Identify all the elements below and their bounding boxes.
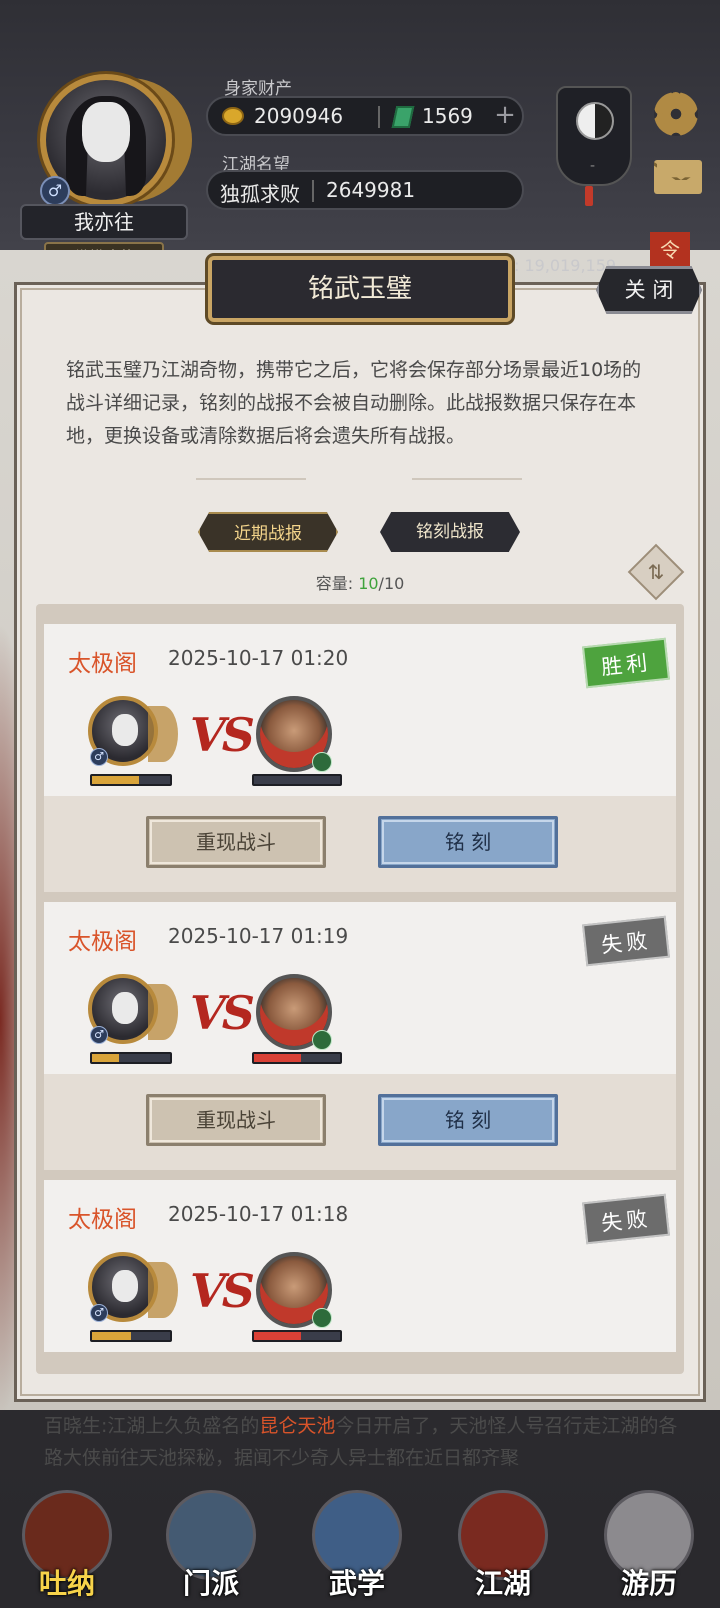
capacity-label: 容量: [315,574,359,593]
news-highlight[interactable]: 昆仑天池 [259,1415,335,1437]
male-icon: ♂ [90,1026,108,1044]
currency-bar: 2090946 1569 + [206,96,524,136]
yin-yang-icon [576,102,614,140]
settings-gear-icon[interactable] [654,92,698,136]
hp-fill [92,1332,131,1340]
player-portrait: ♂ [84,696,180,772]
divider [312,180,314,202]
male-icon: ♂ [40,176,70,206]
male-icon: ♂ [90,748,108,766]
nav-label: 江湖 [474,1567,531,1600]
report-time: 2025-10-17 01:20 [168,646,349,670]
enemy-hp-bar [252,774,342,786]
player-portrait: ♂ [84,974,180,1050]
tab-engraved-reports[interactable]: 铭刻战报 [380,512,520,552]
avatar-mask [82,102,130,162]
opponent-sect: 太极阁 [68,1207,137,1233]
report-card: 太极阁 2025-10-17 01:19 失败 ♂ VS 重现战斗 铭 刻 [44,902,676,1170]
faction-badge-icon [312,1308,332,1328]
engrave-button[interactable]: 铭 刻 [378,1094,558,1146]
divider-ornament [412,478,522,480]
fame-bar: 独孤求败 2649981 [206,170,524,210]
enemy-hp-bar [252,1052,342,1064]
dragon-frame-ornament [148,984,178,1040]
vs-icon: VS [190,986,255,1040]
enemy-hp-bar [252,1330,342,1342]
nav-label: 武学 [328,1567,385,1600]
engrave-button[interactable]: 铭 刻 [378,816,558,868]
enemy-portrait [256,696,332,772]
hp-fill [92,776,139,784]
defeat-stamp: 失败 [582,915,670,967]
player-hp-bar [90,1330,172,1342]
add-currency-button[interactable]: + [490,100,520,130]
capacity-used: 10 [358,574,379,593]
tassel-decoration [585,186,593,206]
red-corner-button[interactable]: 令 [650,232,690,268]
close-button[interactable]: 关 闭 [596,266,702,314]
report-summary: 太极阁 2025-10-17 01:20 胜利 ♂ VS [44,624,676,796]
report-actions: 重现战斗 铭 刻 [44,796,676,892]
player-hp-bar [90,774,172,786]
player-hp-bar [90,1052,172,1064]
nav-jianghu[interactable]: 江湖 [448,1480,558,1600]
divider-ornament [196,478,306,480]
mail-icon[interactable] [654,160,702,194]
nav-tuna[interactable]: 吐纳 [12,1480,122,1600]
fame-value: 2649981 [326,178,416,202]
fame-title: 独孤求败 [220,182,300,206]
report-card: 太极阁 2025-10-17 01:20 胜利 ♂ VS 重现战斗 铭 刻 [44,624,676,892]
report-time: 2025-10-17 01:18 [168,1202,349,1226]
gold-ingot-icon [222,107,244,125]
player-portrait: ♂ [84,1252,180,1328]
vs-icon: VS [190,1264,255,1318]
nav-martial-arts[interactable]: 武学 [302,1480,412,1600]
gold-amount: 2090946 [254,104,344,128]
modal-title: 铭武玉璧 [208,256,512,322]
report-time: 2025-10-17 01:19 [168,924,349,948]
capacity-indicator: 容量: 10/10 [0,570,720,594]
opponent-sect: 太极阁 [68,929,137,955]
portrait-face [112,1270,138,1302]
jade-amount: 1569 [422,104,473,128]
hp-fill [254,1054,302,1062]
taiji-emblem[interactable]: - [556,86,632,186]
nav-label: 吐纳 [38,1567,95,1600]
divider [378,106,380,128]
report-summary: 太极阁 2025-10-17 01:19 失败 ♂ VS [44,902,676,1074]
nav-travel[interactable]: 游历 [594,1480,704,1600]
player-name: 我亦往 [20,204,188,240]
report-card: 太极阁 2025-10-17 01:18 失败 ♂ VS [44,1180,676,1352]
hp-fill [254,1332,302,1340]
taiji-text: - [590,158,596,174]
replay-battle-button[interactable]: 重现战斗 [146,1094,326,1146]
tab-recent-reports[interactable]: 近期战报 [198,512,338,552]
portrait-face [112,992,138,1024]
replay-battle-button[interactable]: 重现战斗 [146,816,326,868]
vs-icon: VS [190,708,255,762]
enemy-portrait [256,974,332,1050]
victory-stamp: 胜利 [582,637,670,689]
jade-icon [391,106,415,128]
faction-badge-icon [312,752,332,772]
hp-fill [92,1054,120,1062]
power-text: 性: 19,019,159 [498,256,617,275]
male-icon: ♂ [90,1304,108,1322]
nav-sect[interactable]: 门派 [156,1480,266,1600]
defeat-stamp: 失败 [582,1193,670,1245]
report-summary: 太极阁 2025-10-17 01:18 失败 ♂ VS [44,1180,676,1352]
dragon-frame-ornament [148,1262,178,1318]
nav-label: 门派 [182,1567,239,1600]
faction-badge-icon [312,1030,332,1050]
enemy-portrait [256,1252,332,1328]
opponent-sect: 太极阁 [68,651,137,677]
nav-label: 游历 [620,1567,677,1600]
swap-glyph: ⇅ [647,560,665,584]
news-prefix: 百晓生:江湖上久负盛名的 [44,1415,260,1437]
capacity-total: /10 [378,574,405,593]
report-actions: 重现战斗 铭 刻 [44,1074,676,1170]
dragon-frame-ornament [148,706,178,762]
modal-description: 铭武玉璧乃江湖奇物，携带它之后，它将会保存部分场景最近10场的战斗详细记录，铭刻… [66,359,642,447]
portrait-face [112,714,138,746]
